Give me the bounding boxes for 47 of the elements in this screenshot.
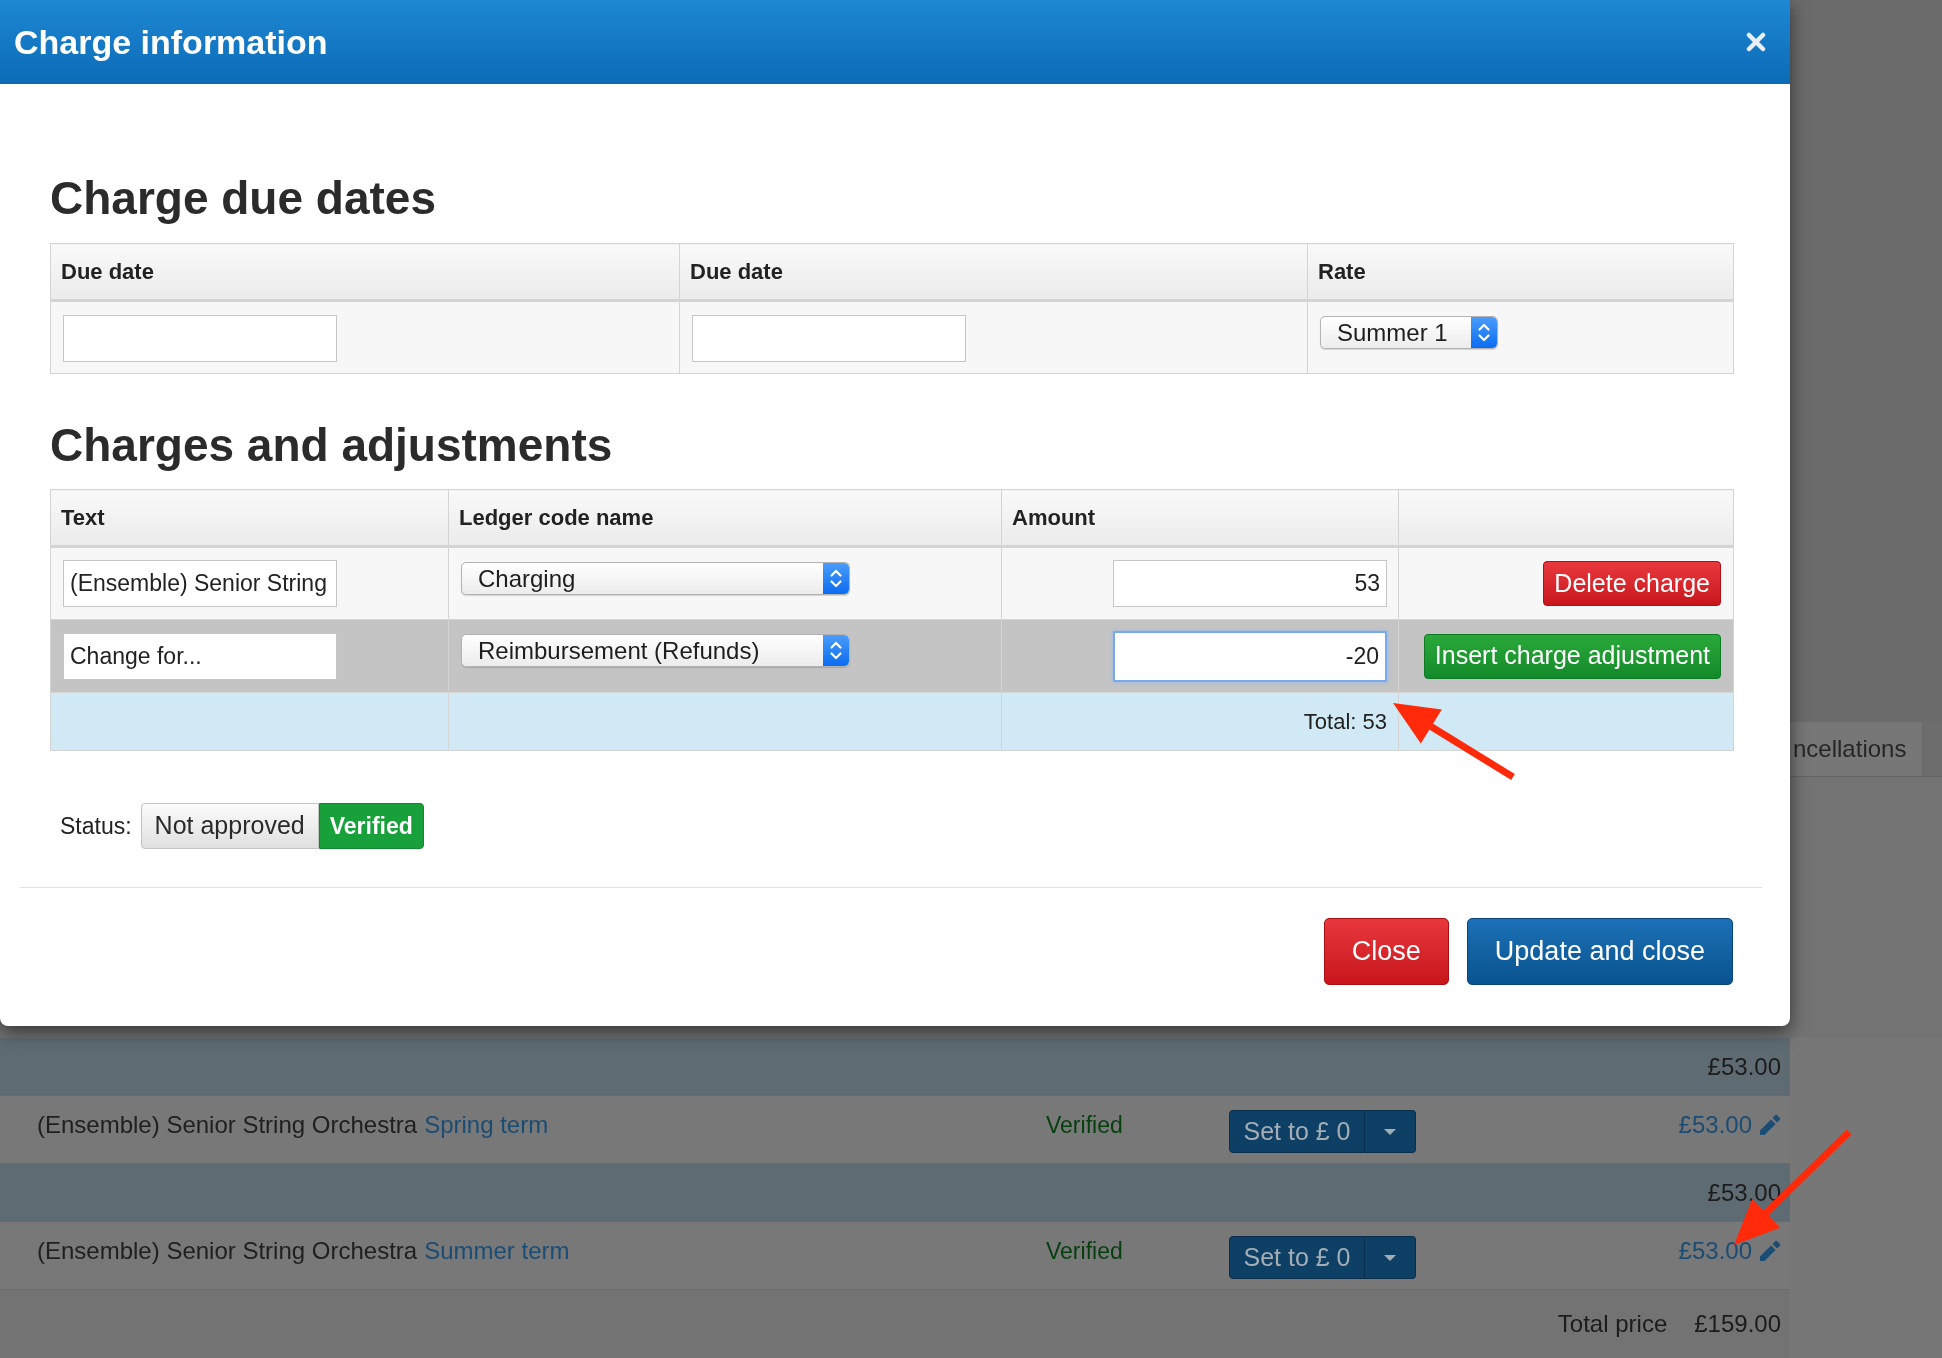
section-heading: Charge due dates [50,171,437,225]
select-arrows-icon [1471,317,1497,348]
total-price-label: Total price [1557,1309,1668,1339]
tab[interactable]: ncellations [1790,722,1924,776]
status-text: Verified [1046,1112,1123,1138]
amount-input[interactable]: 53 [1113,560,1387,607]
column-header: Due date [679,243,1308,301]
column-header: Text [50,489,449,547]
amount-input[interactable]: -20 [1113,630,1387,682]
update-and-close-button[interactable]: Update and close [1466,918,1733,985]
date-input[interactable] [692,315,966,362]
pencil-icon[interactable] [1759,1240,1781,1262]
status-text: Verified [1046,1238,1123,1264]
subtotal-amount: £53.00 [1707,1051,1781,1082]
ledger-code-select[interactable]: Reimbursement (Refunds) [461,634,850,667]
status-label: Status: [60,811,132,841]
column-header: Amount [1001,489,1399,547]
pencil-icon[interactable] [1759,1114,1781,1136]
date-input[interactable] [63,315,337,362]
set-to-zero-button[interactable]: Set to £ 0 [1229,1236,1365,1279]
rate-select[interactable]: Summer 1 [1320,316,1498,349]
column-header: Ledger code name [448,489,1002,547]
select-arrows-icon [823,635,849,666]
text-input[interactable]: Change for... [63,632,337,680]
subtotal-amount: £53.00 [1707,1177,1781,1208]
item-description: (Ensemble) Senior String Orchestra [37,1237,418,1265]
status-option[interactable]: Not approved [140,803,319,849]
total-price-amount: £159.00 [1694,1309,1781,1339]
caret-down-icon [1384,1128,1396,1135]
delete-charge-button[interactable]: Delete charge [1543,561,1721,606]
ledger-code-select[interactable]: Charging [461,562,850,595]
close-icon[interactable] [1746,32,1766,52]
text-input[interactable]: (Ensemble) Senior String [63,560,337,607]
item-description: (Ensemble) Senior String Orchestra [37,1111,418,1139]
total-amount: Total: 53 [1303,709,1387,734]
set-to-zero-button[interactable]: Set to £ 0 [1229,1110,1365,1153]
dropdown-toggle[interactable] [1365,1236,1416,1279]
insert-adjustment-button[interactable]: Insert charge adjustment [1423,633,1721,679]
close-button[interactable]: Close [1323,918,1449,985]
status-option[interactable]: Verified [318,803,424,849]
dialog-title: Charge information [14,25,328,59]
caret-down-icon [1384,1254,1396,1261]
dropdown-toggle[interactable] [1365,1110,1416,1153]
column-header: Rate [1307,243,1734,301]
section-heading: Charges and adjustments [50,418,614,472]
column-header: Due date [50,243,680,301]
select-arrows-icon [823,563,849,594]
